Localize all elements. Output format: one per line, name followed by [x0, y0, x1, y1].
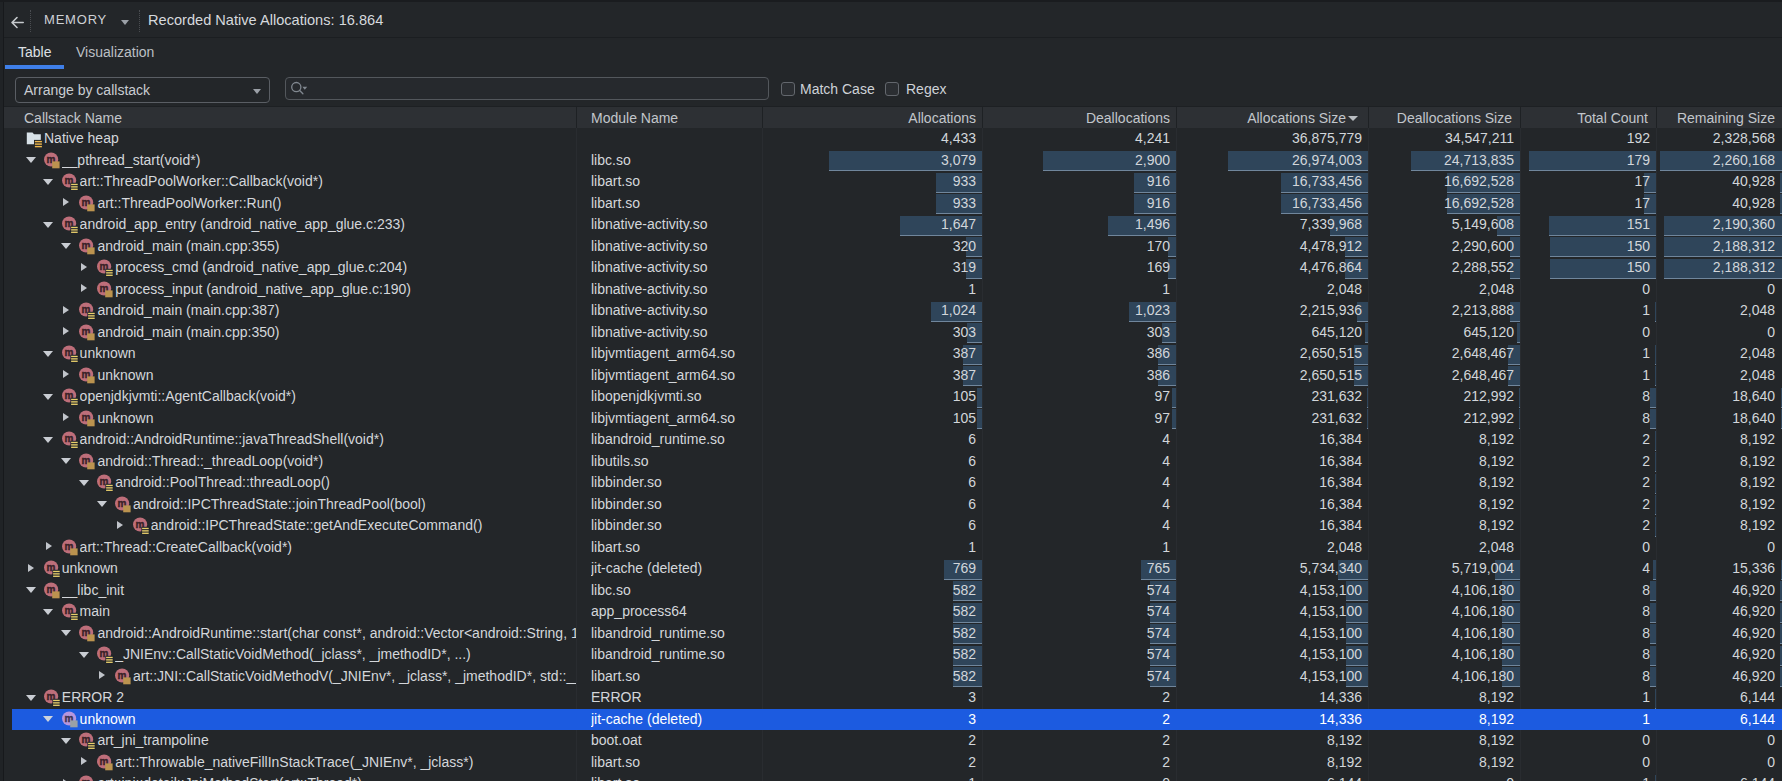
svg-text:m: m [82, 777, 91, 781]
